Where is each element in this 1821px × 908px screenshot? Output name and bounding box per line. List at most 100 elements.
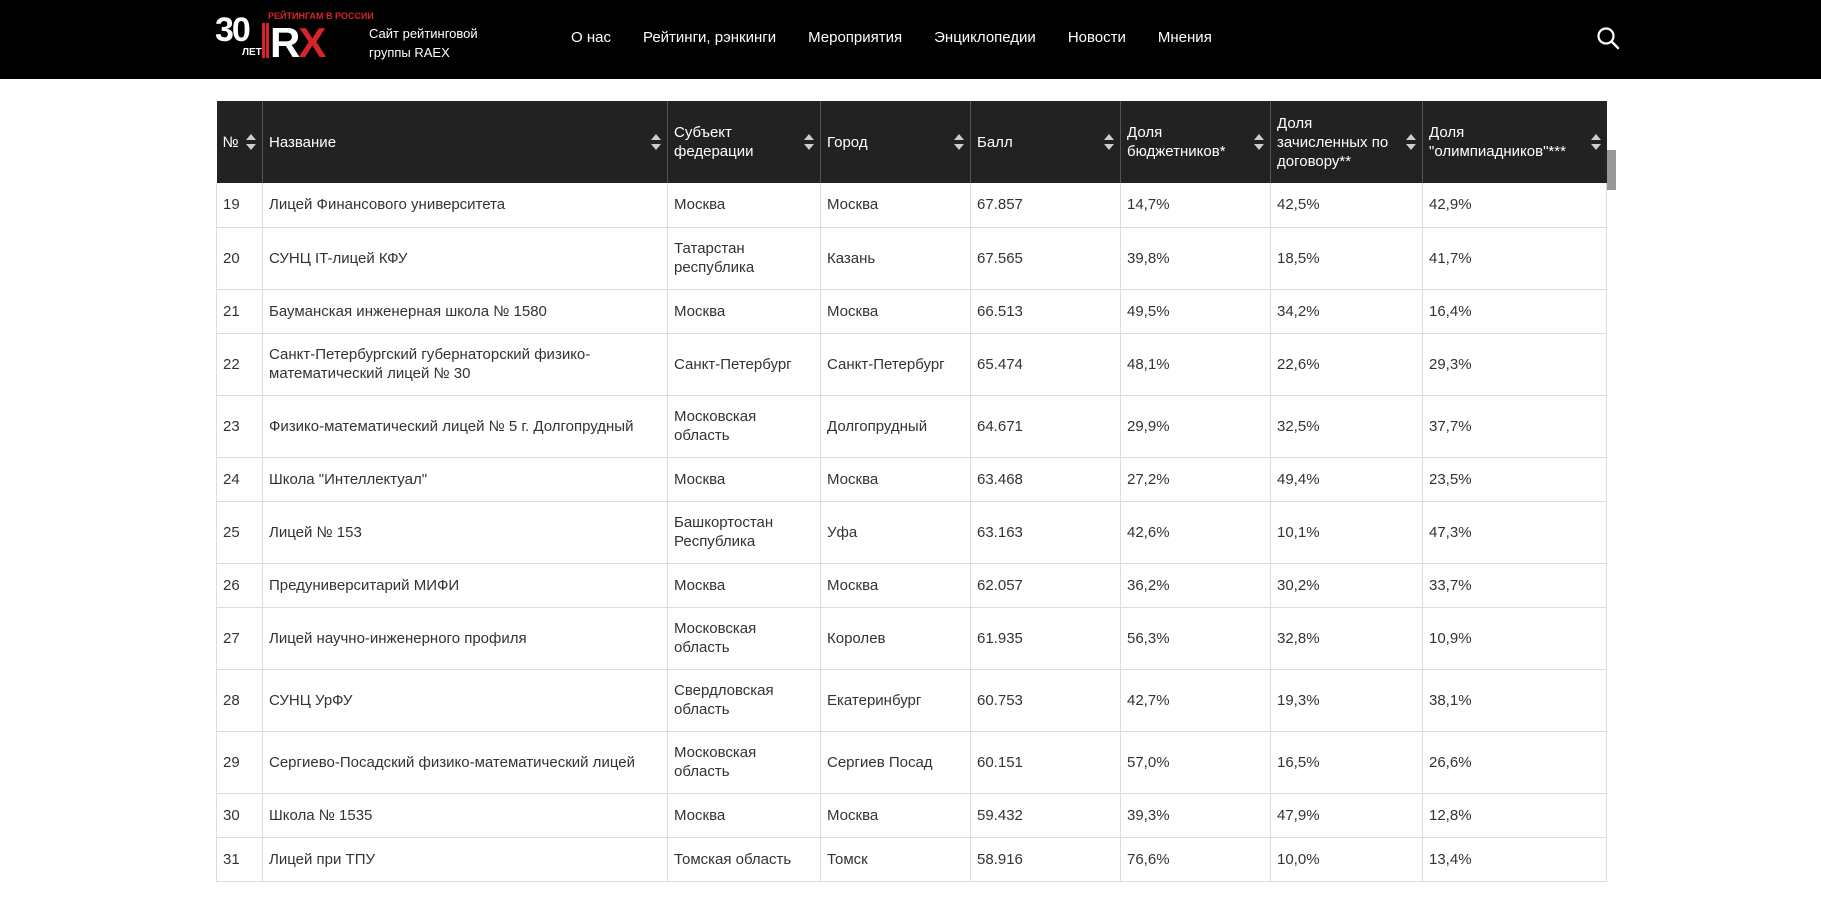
column-header-label: Доля бюджетников* <box>1127 124 1226 160</box>
table-cell: 19,3% <box>1270 669 1423 732</box>
table-cell: 24 <box>216 457 263 502</box>
column-header[interactable]: Доля "олимпиадников"*** <box>1422 101 1607 183</box>
table-cell: 22,6% <box>1270 333 1423 396</box>
table-cell: 26 <box>216 563 263 608</box>
column-header[interactable]: Город <box>820 101 971 183</box>
table-cell: Башкортостан Республика <box>667 501 821 564</box>
table-cell: Лицей при ТПУ <box>262 837 668 882</box>
table-row: 19 Лицей Финансового университета Москва Мо… <box>216 183 1607 228</box>
table-cell: Физико-математический лицей № 5 г. Долго… <box>262 395 668 458</box>
column-header-label: № <box>222 133 239 151</box>
table-row: 26 Предуниверситарий МИФИ Москва Москва 62.0… <box>216 563 1607 608</box>
table-cell: Свердловская область <box>667 669 821 732</box>
table-cell: Школа № 1535 <box>262 793 668 838</box>
table-cell: 10,0% <box>1270 837 1423 882</box>
table-cell: СУНЦ IT-лицей КФУ <box>262 227 668 290</box>
nav-item-ratings[interactable]: Рейтинги, рэнкинги <box>643 29 776 46</box>
rating-table-container: № Название Субъект федерации Город Балл Доля … <box>216 101 1607 882</box>
table-cell: 25 <box>216 501 263 564</box>
column-header-label: Субъект федерации <box>674 124 754 160</box>
logo-stripe <box>266 23 269 58</box>
table-cell: 32,5% <box>1270 395 1423 458</box>
table-cell: Лицей № 153 <box>262 501 668 564</box>
nav-item-about[interactable]: О нас <box>571 29 611 46</box>
column-header-label: Доля зачисленных по договору** <box>1277 114 1389 170</box>
table-cell: 33,7% <box>1422 563 1607 608</box>
logo-years-label: ЛЕТ <box>242 47 262 58</box>
table-cell: Московская область <box>667 731 821 794</box>
sort-arrows-icon[interactable] <box>1590 134 1601 150</box>
table-row: 20 СУНЦ IT-лицей КФУ Татарстан республика К… <box>216 227 1607 290</box>
sort-arrows-icon[interactable] <box>246 134 256 150</box>
nav-item-opinions[interactable]: Мнения <box>1158 29 1212 46</box>
table-cell: 29 <box>216 731 263 794</box>
nav-item-encyclopedias[interactable]: Энциклопедии <box>934 29 1036 46</box>
sort-arrows-icon[interactable] <box>804 134 814 150</box>
table-cell: 39,3% <box>1120 793 1271 838</box>
table-cell: 21 <box>216 289 263 334</box>
table-cell: 14,7% <box>1120 183 1271 228</box>
table-cell: Москва <box>667 289 821 334</box>
scrollbar-thumb[interactable] <box>1607 150 1616 190</box>
table-cell: 12,8% <box>1422 793 1607 838</box>
sort-arrows-icon[interactable] <box>651 134 661 150</box>
table-cell: 65.474 <box>970 333 1121 396</box>
table-cell: 26,6% <box>1422 731 1607 794</box>
sort-arrows-icon[interactable] <box>1406 134 1416 150</box>
table-row: 29 Сергиево-Посадский физико-математическ… <box>216 731 1607 794</box>
table-cell: Лицей научно-инженерного профиля <box>262 607 668 670</box>
table-cell: 41,7% <box>1422 227 1607 290</box>
table-cell: 63.163 <box>970 501 1121 564</box>
column-header[interactable]: Субъект федерации <box>667 101 821 183</box>
table-cell: 29,3% <box>1422 333 1607 396</box>
sort-arrows-icon[interactable] <box>954 134 964 150</box>
table-row: 25 Лицей № 153 Башкортостан Республика Уфа 6… <box>216 501 1607 564</box>
table-cell: Москва <box>820 793 971 838</box>
table-cell: Москва <box>820 457 971 502</box>
raex-logo[interactable]: 30 ЛЕТ РЕЙТИНГАМ В РОССИИ RX <box>215 11 374 65</box>
table-cell: Москва <box>667 183 821 228</box>
table-cell: 37,7% <box>1422 395 1607 458</box>
table-cell: 59.432 <box>970 793 1121 838</box>
table-cell: 18,5% <box>1270 227 1423 290</box>
column-header-label: Название <box>269 133 337 151</box>
table-cell: Москва <box>667 793 821 838</box>
table-cell: 60.753 <box>970 669 1121 732</box>
column-header[interactable]: Доля бюджетников* <box>1120 101 1271 183</box>
sort-arrows-icon[interactable] <box>1104 134 1114 150</box>
table-row: 28 СУНЦ УрФУ Свердловская область Екатеринб… <box>216 669 1607 732</box>
table-cell: 27 <box>216 607 263 670</box>
table-cell: 10,1% <box>1270 501 1423 564</box>
table-cell: 63.468 <box>970 457 1121 502</box>
table-cell: 30,2% <box>1270 563 1423 608</box>
table-row: 27 Лицей научно-инженерного профиля Москов… <box>216 607 1607 670</box>
table-cell: 56,3% <box>1120 607 1271 670</box>
table-cell: 64.671 <box>970 395 1121 458</box>
column-header[interactable]: № <box>216 101 263 183</box>
table-cell: Москва <box>667 457 821 502</box>
table-row: 31 Лицей при ТПУ Томская область Томск 58.91… <box>216 837 1607 882</box>
table-cell: 42,6% <box>1120 501 1271 564</box>
table-cell: 61.935 <box>970 607 1121 670</box>
table-cell: 16,5% <box>1270 731 1423 794</box>
table-cell: 42,7% <box>1120 669 1271 732</box>
table-cell: Казань <box>820 227 971 290</box>
main-nav: О нас Рейтинги, рэнкинги Мероприятия Энц… <box>571 0 1244 75</box>
table-cell: 36,2% <box>1120 563 1271 608</box>
table-cell: 66.513 <box>970 289 1121 334</box>
column-header[interactable]: Балл <box>970 101 1121 183</box>
table-cell: Москва <box>820 289 971 334</box>
nav-item-news[interactable]: Новости <box>1068 29 1126 46</box>
table-cell: 58.916 <box>970 837 1121 882</box>
table-cell: 60.151 <box>970 731 1121 794</box>
search-icon[interactable] <box>1596 26 1620 50</box>
table-cell: 76,6% <box>1120 837 1271 882</box>
table-cell: Москва <box>667 563 821 608</box>
sort-arrows-icon[interactable] <box>1254 134 1264 150</box>
column-header[interactable]: Доля зачисленных по договору** <box>1270 101 1423 183</box>
nav-item-events[interactable]: Мероприятия <box>808 29 902 46</box>
table-row: 22 Санкт-Петербургский губернаторский физ… <box>216 333 1607 396</box>
table-header-row: № Название Субъект федерации Город Балл Доля … <box>216 101 1607 183</box>
table-cell: Лицей Финансового университета <box>262 183 668 228</box>
column-header[interactable]: Название <box>262 101 668 183</box>
